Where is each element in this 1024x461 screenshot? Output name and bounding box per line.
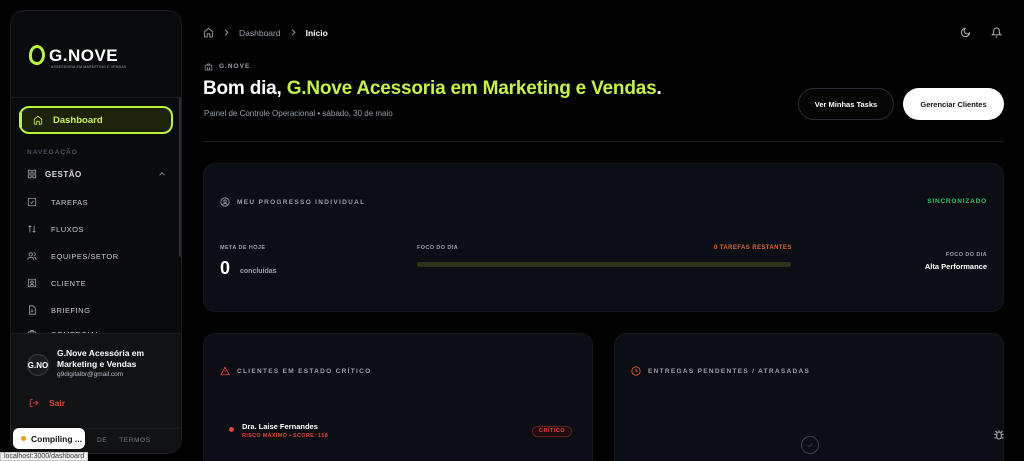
sidebar-item-label: Dashboard bbox=[53, 114, 103, 126]
status-badge: SINCRONIZADO bbox=[927, 198, 987, 205]
my-tasks-button[interactable]: Ver Minhas Tasks bbox=[798, 88, 894, 120]
card-title: MEU PROGRESSO INDIVIDUAL bbox=[220, 197, 365, 207]
breadcrumb-link[interactable]: Dashboard bbox=[239, 28, 281, 38]
card-title-label: ENTREGAS PENDENTES / ATRASADAS bbox=[648, 367, 811, 375]
page-subtitle: Painel de Controle Operacional • sábado,… bbox=[204, 109, 393, 118]
building-icon bbox=[204, 62, 213, 71]
user-icon bbox=[27, 278, 37, 288]
sidebar-item-label: EQUIPES/SETOR bbox=[51, 251, 119, 261]
document-icon bbox=[27, 305, 37, 315]
bell-icon[interactable] bbox=[991, 27, 1002, 38]
sidebar-divider bbox=[11, 97, 181, 98]
top-actions bbox=[960, 27, 1002, 38]
sidebar-item-label: BRIEFING bbox=[51, 305, 91, 315]
card-title-label: CLIENTES EM ESTADO CRÍTICO bbox=[237, 367, 372, 375]
avatar[interactable]: G.NO bbox=[27, 354, 49, 376]
sidebar-item-label: FLUXOS bbox=[51, 224, 85, 234]
active-indicator bbox=[19, 112, 22, 128]
manage-clients-button[interactable]: Gerenciar Clientes bbox=[903, 88, 1004, 120]
focus-label-right: FOCO DO DIA bbox=[945, 252, 987, 258]
logout-button[interactable]: Sair bbox=[29, 398, 65, 408]
sidebar-item-briefing[interactable]: BRIEFING bbox=[27, 305, 90, 315]
status-dot bbox=[229, 427, 234, 432]
user-email: g9digitalbr@gmail.com bbox=[57, 371, 124, 378]
card-title: CLIENTES EM ESTADO CRÍTICO bbox=[220, 366, 371, 376]
client-name: Dra. Laise Fernandes bbox=[242, 422, 318, 431]
client-risk: RISCO MÁXIMO • SCORE: 158 bbox=[242, 433, 329, 439]
greeting-name: G.Nove Acessoria em Marketing e Vendas bbox=[286, 78, 657, 99]
progress-card: MEU PROGRESSO INDIVIDUAL SINCRONIZADO ME… bbox=[203, 163, 1004, 312]
checkbox-icon bbox=[27, 197, 37, 207]
breadcrumb: Dashboard Início bbox=[203, 27, 328, 38]
footer-links: DE TERMOS bbox=[97, 437, 151, 444]
home-icon[interactable] bbox=[203, 27, 214, 38]
greeting-suffix: . bbox=[656, 78, 662, 99]
brand-logo[interactable]: G.NOVE ASSESSORIA EM MARKETING E VENDAS bbox=[29, 45, 126, 69]
browser-status-url: localhost:3000/dashboard bbox=[0, 452, 89, 461]
moon-icon[interactable] bbox=[960, 27, 971, 38]
org-tag: G.NOVE bbox=[204, 62, 250, 71]
logo-tagline: ASSESSORIA EM MARKETING E VENDAS bbox=[51, 65, 127, 69]
nav-section-label: NAVEGAÇÃO bbox=[27, 149, 78, 156]
user-circle-icon bbox=[220, 197, 230, 207]
focus-value: Alta Performance bbox=[924, 262, 987, 271]
goal-unit: concluídas bbox=[240, 268, 277, 275]
card-title-label: MEU PROGRESSO INDIVIDUAL bbox=[237, 198, 366, 206]
breadcrumb-current: Início bbox=[305, 27, 328, 38]
remaining-tasks: 0 TAREFAS RESTANTES bbox=[714, 245, 792, 251]
warning-icon bbox=[220, 366, 230, 376]
header-divider bbox=[203, 141, 1004, 142]
users-icon bbox=[27, 251, 37, 261]
chevron-up-icon[interactable] bbox=[157, 169, 167, 179]
card-title: ENTREGAS PENDENTES / ATRASADAS bbox=[631, 366, 810, 376]
logo-mark-icon bbox=[29, 45, 45, 65]
sidebar-item-equipes[interactable]: EQUIPES/SETOR bbox=[27, 251, 119, 261]
sidebar-item-tarefas[interactable]: TAREFAS bbox=[27, 197, 88, 207]
status-dot bbox=[21, 436, 26, 441]
page-title: Bom dia, G.Nove Acessoria em Marketing e… bbox=[203, 78, 662, 100]
sidebar-item-dashboard[interactable]: Dashboard bbox=[19, 106, 173, 134]
clock-icon bbox=[631, 366, 641, 376]
compiling-label: Compiling ... bbox=[31, 433, 82, 444]
sidebar: G.NOVE ASSESSORIA EM MARKETING E VENDAS … bbox=[10, 10, 182, 454]
status-badge: CRÍTICO bbox=[532, 426, 573, 437]
progress-bar bbox=[417, 262, 791, 267]
chevron-right-icon bbox=[221, 27, 232, 38]
goal-label: META DE HOJE bbox=[220, 245, 266, 251]
home-icon bbox=[33, 115, 43, 125]
check-circle-icon bbox=[801, 436, 819, 454]
sidebar-item-cliente[interactable]: CLIENTE bbox=[27, 278, 86, 288]
logout-label: Sair bbox=[49, 398, 66, 408]
sidebar-group-label: GESTÃO bbox=[45, 169, 82, 179]
greeting-prefix: Bom dia, bbox=[203, 78, 287, 99]
bug-icon[interactable] bbox=[992, 428, 1006, 442]
sidebar-group-gestao[interactable]: GESTÃO bbox=[27, 169, 167, 179]
user-name: G.Nove Acessória em Marketing e Vendas bbox=[57, 348, 145, 369]
focus-label: FOCO DO DIA bbox=[417, 245, 459, 251]
footer-link[interactable]: DE bbox=[97, 437, 107, 444]
dev-compiling-indicator[interactable]: Compiling ... bbox=[13, 428, 85, 449]
sidebar-item-fluxos[interactable]: FLUXOS bbox=[27, 224, 84, 234]
sidebar-item-label: CLIENTE bbox=[51, 278, 87, 288]
logout-icon bbox=[29, 398, 39, 408]
flow-icon bbox=[27, 224, 37, 234]
goal-value: 0 bbox=[220, 258, 231, 278]
sidebar-item-label: TAREFAS bbox=[51, 197, 89, 207]
logo-text: G.NOVE bbox=[49, 45, 119, 65]
deliveries-card: ENTREGAS PENDENTES / ATRASADAS bbox=[614, 333, 1004, 461]
org-tag-label: G.NOVE bbox=[219, 63, 251, 70]
footer-link[interactable]: TERMOS bbox=[119, 437, 150, 444]
critical-clients-card: CLIENTES EM ESTADO CRÍTICO Dra. Laise Fe… bbox=[203, 333, 593, 461]
grid-icon bbox=[27, 169, 37, 179]
sidebar-scrollbar[interactable] bbox=[179, 97, 181, 257]
chevron-right-icon bbox=[288, 27, 299, 38]
